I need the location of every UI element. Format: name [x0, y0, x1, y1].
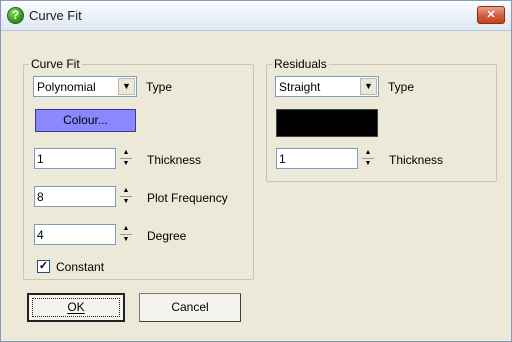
- chevron-down-icon[interactable]: ▼: [118, 78, 135, 95]
- residuals-type-value: Straight: [279, 80, 321, 94]
- curve-fit-thickness-value: 1: [37, 152, 44, 166]
- constant-checkbox[interactable]: ✓: [37, 260, 50, 273]
- curve-fit-type-value: Polynomial: [37, 80, 96, 94]
- degree-spinner[interactable]: ▲ ▼: [118, 224, 134, 245]
- arrow-down-icon[interactable]: ▼: [118, 235, 134, 245]
- check-icon: ✓: [38, 260, 49, 272]
- ok-button[interactable]: OK: [27, 293, 125, 322]
- residuals-thickness-value: 1: [279, 152, 286, 166]
- constant-label: Constant: [56, 260, 105, 274]
- residuals-type-select[interactable]: Straight ▼: [275, 76, 379, 97]
- arrow-down-icon[interactable]: ▼: [118, 197, 134, 207]
- degree-value: 4: [37, 228, 44, 242]
- curve-fit-type-label: Type: [146, 80, 173, 94]
- residuals-colour-button[interactable]: [276, 109, 378, 137]
- degree-input[interactable]: 4: [34, 224, 116, 245]
- curve-fit-thickness-label: Thickness: [147, 153, 202, 167]
- title-bar[interactable]: ? Curve Fit ✕: [1, 1, 511, 31]
- window-title: Curve Fit: [29, 8, 82, 23]
- residuals-type-label: Type: [388, 80, 415, 94]
- cancel-button[interactable]: Cancel: [139, 293, 241, 322]
- focus-ring: [32, 298, 120, 317]
- plot-frequency-label: Plot Frequency: [147, 191, 228, 205]
- curve-fit-colour-button[interactable]: Colour...: [35, 109, 136, 132]
- arrow-up-icon[interactable]: ▲: [118, 186, 134, 196]
- plot-frequency-value: 8: [37, 190, 44, 204]
- plot-frequency-spinner[interactable]: ▲ ▼: [118, 186, 134, 207]
- curve-fit-thickness-input[interactable]: 1: [34, 148, 116, 169]
- residuals-thickness-label: Thickness: [389, 153, 444, 167]
- curve-fit-type-select[interactable]: Polynomial ▼: [33, 76, 137, 97]
- curve-fit-dialog: ? Curve Fit ✕ Curve Fit Polynomial ▼ Typ…: [0, 0, 512, 342]
- arrow-up-icon[interactable]: ▲: [118, 148, 134, 158]
- curve-fit-group-label: Curve Fit: [29, 57, 82, 71]
- arrow-down-icon[interactable]: ▼: [360, 159, 376, 169]
- close-button[interactable]: ✕: [477, 6, 505, 24]
- arrow-up-icon[interactable]: ▲: [118, 224, 134, 234]
- arrow-up-icon[interactable]: ▲: [360, 148, 376, 158]
- cancel-button-label: Cancel: [171, 300, 209, 314]
- chevron-down-icon[interactable]: ▼: [360, 78, 377, 95]
- residuals-group-label: Residuals: [272, 57, 329, 71]
- arrow-down-icon[interactable]: ▼: [118, 159, 134, 169]
- help-icon: ?: [7, 7, 24, 24]
- degree-label: Degree: [147, 229, 187, 243]
- residuals-thickness-spinner[interactable]: ▲ ▼: [360, 148, 376, 169]
- curve-fit-thickness-spinner[interactable]: ▲ ▼: [118, 148, 134, 169]
- residuals-thickness-input[interactable]: 1: [276, 148, 358, 169]
- plot-frequency-input[interactable]: 8: [34, 186, 116, 207]
